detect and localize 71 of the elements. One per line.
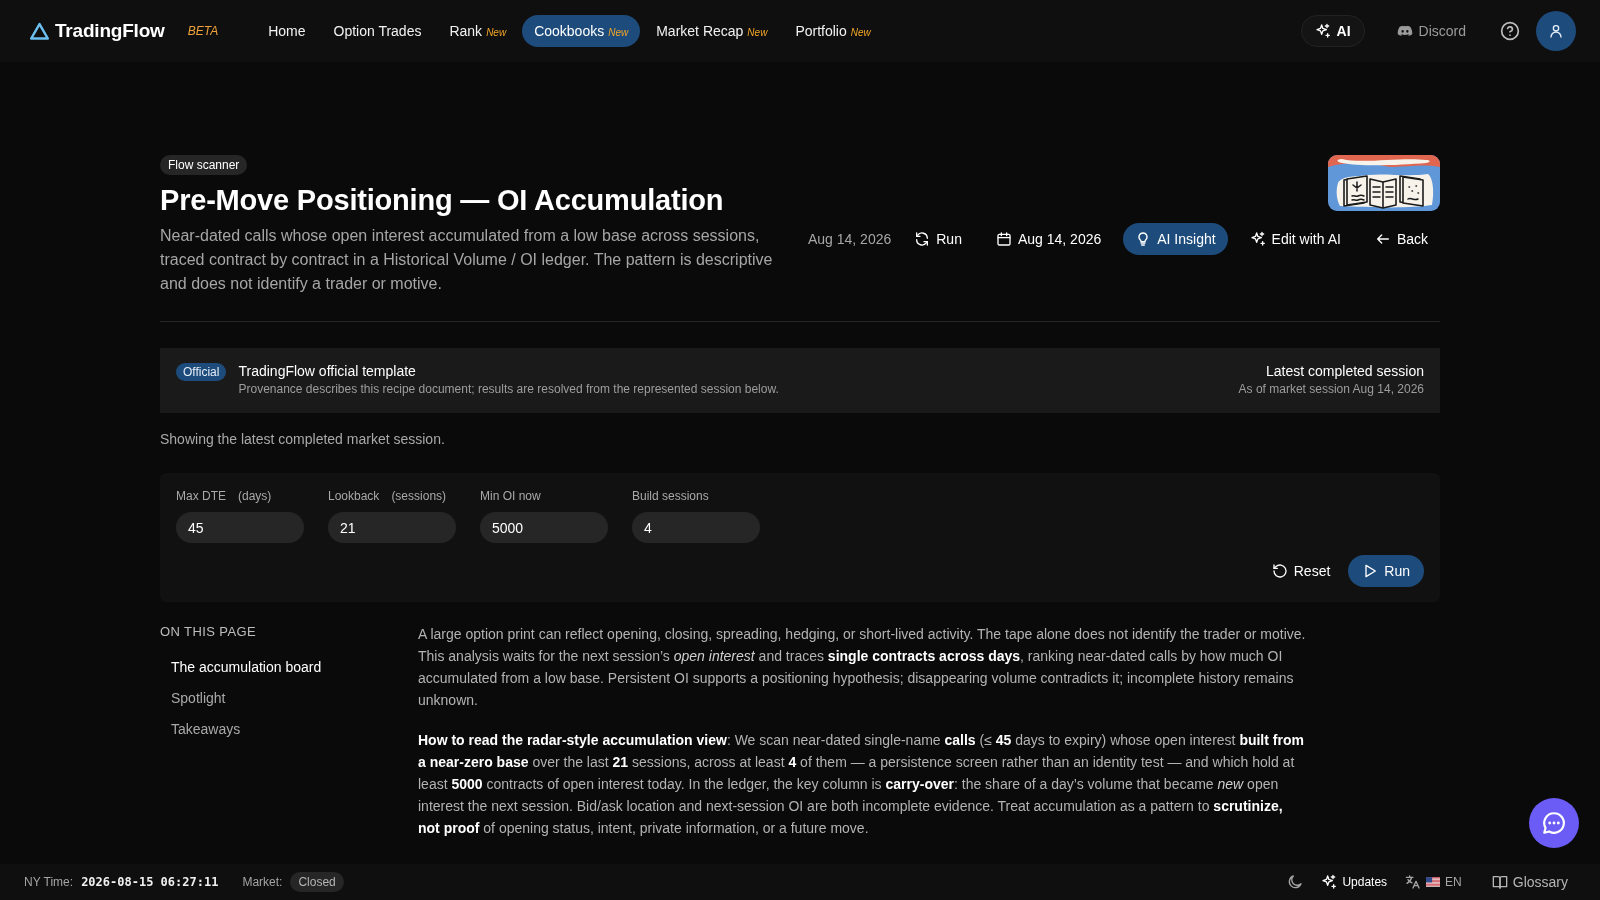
- article-paragraph: A large option print can reflect opening, closing, spreading, hedging, or short-lived activity. The tape alone does not identify the trader or motive. This analysis waits for the next session’s open interest and traces single contracts across days, ranking near-dated calls by how much OI accumulated from a low base. Persistent OI supports a positioning hypothesis; disappearing volume contradicts it; incomplete history remains unknown.: [418, 625, 1307, 710]
- logo-triangle-icon: [29, 20, 50, 42]
- article-paragraph: How to read the radar-style accumulation view: We scan near-dated single-name calls (≤ 45 days to expiry) whose open interest built from a near-zero base over the last 21 sessions, across at least 4 of them — a persistence screen rather than an identity test — and which hold at least 5000 contracts of open interest today. In the ledger, the key column is carry-over: the share of a day’s volume that became new open interest the next session. Bid/ask location and next-session OI are both incomplete evidence. Treat accumulation as a pattern to scrutinize, not proof of opening status, intent, private information, or a future move.: [418, 731, 1305, 838]
- toc-link[interactable]: The accumulation board: [160, 652, 418, 683]
- category-label: Flow scanner: [160, 155, 248, 175]
- back-button[interactable]: Back: [1362, 223, 1440, 255]
- nav-link[interactable]: Cookbooks New: [522, 15, 641, 47]
- help-button[interactable]: [1500, 21, 1520, 41]
- sparkle-icon: [1321, 874, 1338, 890]
- unit-label: (days): [238, 488, 272, 504]
- glossary-button[interactable]: Glossary: [1491, 874, 1568, 890]
- nav-link[interactable]: Home: [256, 15, 318, 47]
- nav-link[interactable]: Rank New: [437, 15, 519, 47]
- updates-button[interactable]: Updates: [1321, 874, 1388, 890]
- ai-button[interactable]: AI: [1300, 15, 1365, 47]
- nav-link[interactable]: Option Trades: [321, 15, 434, 47]
- input-field[interactable]: 45: [176, 512, 304, 543]
- sparkle-icon: [1249, 231, 1266, 247]
- toc-link[interactable]: Spotlight: [160, 683, 418, 714]
- toc-heading: ON THIS PAGE: [160, 623, 258, 641]
- reset-icon: [1271, 563, 1288, 579]
- field-label: Lookback: [328, 488, 380, 504]
- official-label: Official: [176, 363, 227, 381]
- run-button[interactable]: Run: [902, 223, 974, 255]
- moon-icon: [1287, 874, 1304, 890]
- page-description: Near-dated calls whose open interest accumulated from a low base across sessions, traced contract by contract in a Historical Volume / OI ledger. The pattern is descriptive and does not identify a trader or motive.: [160, 226, 774, 294]
- market-status: Closed: [290, 872, 344, 892]
- field-label: Min OI now: [480, 488, 541, 504]
- game-controller-icon: [1396, 23, 1413, 39]
- sparkle-icon: [1314, 23, 1331, 39]
- refresh-icon: [914, 231, 931, 247]
- run-button[interactable]: Run: [1348, 555, 1424, 587]
- play-icon: [1362, 563, 1379, 579]
- open-book-icon: [1491, 874, 1508, 890]
- time-label: NY Time:: [24, 875, 74, 889]
- page-title: Pre-Move Positioning — OI Accumulation: [160, 183, 725, 218]
- flag-icon: [1426, 877, 1441, 887]
- translate-icon: [1405, 874, 1422, 890]
- arrow-left-icon: [1374, 231, 1391, 247]
- edit-with-ai-button[interactable]: Edit with AI: [1237, 223, 1353, 255]
- calendar-icon: [995, 231, 1012, 247]
- input-field[interactable]: 5000: [480, 512, 608, 543]
- session-date: Aug 14, 2026: [807, 231, 892, 247]
- toc-link[interactable]: Takeaways: [160, 714, 418, 745]
- discord-button[interactable]: Discord: [1388, 15, 1474, 47]
- input-field[interactable]: 21: [328, 512, 456, 543]
- template-title: TradingFlow official template: [238, 362, 417, 380]
- language-button[interactable]: EN: [1405, 874, 1462, 890]
- chat-button[interactable]: [1529, 798, 1579, 848]
- session-title: Latest completed session: [1265, 362, 1424, 380]
- date-picker-button[interactable]: Aug 14, 2026: [983, 223, 1114, 255]
- reset-button[interactable]: Reset: [1259, 555, 1343, 587]
- field-label: Build sessions: [632, 488, 709, 504]
- chat-bubble-icon: [1541, 810, 1567, 836]
- beta-label: BETA: [187, 24, 219, 38]
- ai-insight-button[interactable]: AI Insight: [1123, 223, 1228, 255]
- unit-label: (sessions): [391, 488, 447, 504]
- input-field[interactable]: 4: [632, 512, 760, 543]
- nav-link[interactable]: Portfolio New: [783, 15, 883, 47]
- theme-toggle-button[interactable]: [1287, 874, 1304, 890]
- logo-text: TradingFlow: [55, 20, 165, 42]
- template-note: Provenance describes this recipe document; results are resolved from the represented session below.: [238, 381, 779, 398]
- help-icon: [1500, 21, 1520, 41]
- session-subtitle: As of market session Aug 14, 2026: [1238, 381, 1424, 398]
- nav-link[interactable]: Market Recap New: [644, 15, 780, 47]
- clock-time: 2026-08-15 06:27:11: [81, 875, 219, 889]
- field-label: Max DTE: [176, 488, 226, 504]
- market-label: Market:: [242, 875, 283, 889]
- person-icon: [1548, 23, 1564, 39]
- avatar-button[interactable]: [1536, 11, 1576, 51]
- session-note: Showing the latest completed market session.: [160, 430, 446, 448]
